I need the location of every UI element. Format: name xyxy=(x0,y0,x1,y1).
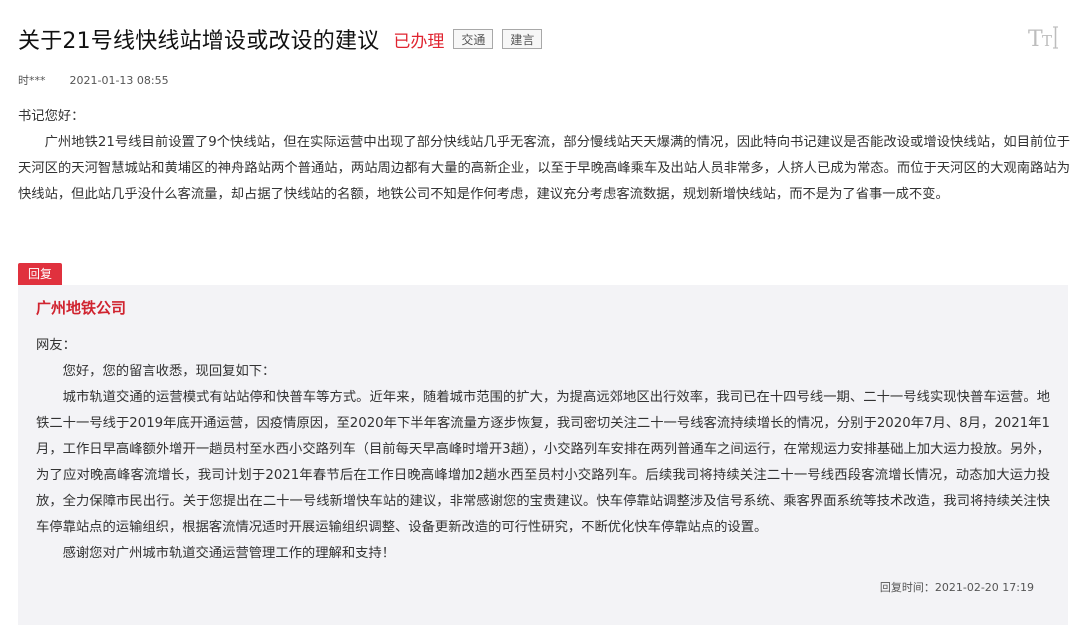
suggestion-detail-page: 关于21号线快线站增设或改设的建议 已办理 交通 建言 T T 时*** 2021… xyxy=(0,0,1080,640)
reply-closing: 感谢您对广州城市轨道交通运营管理工作的理解和支持！ xyxy=(62,546,396,561)
reply-organization: 广州地铁公司 xyxy=(36,299,127,317)
reply-body: 城市轨道交通的运营模式有站站停和快普车等方式。近年来，随着城市范围的扩大，为提高… xyxy=(36,390,1050,535)
message-greeting: 书记您好： xyxy=(18,109,85,124)
post-meta: 时*** 2021-01-13 08:55 xyxy=(18,72,169,88)
post-date: 2021-01-13 08:55 xyxy=(69,74,169,87)
svg-text:T: T xyxy=(1042,32,1052,50)
reply-time: 回复时间：2021-02-20 17:19 xyxy=(880,579,1034,595)
reply-section: 广州地铁公司 网友： 您好，您的留言收悉，现回复如下： 城市轨道交通的运营模式有… xyxy=(18,285,1068,625)
svg-text:T: T xyxy=(1028,27,1043,52)
reply-salutation: 网友： xyxy=(36,338,76,353)
header: 关于21号线快线站增设或改设的建议 已办理 交通 建言 T T xyxy=(18,22,1060,56)
reply-opening: 您好，您的留言收悉，现回复如下： xyxy=(62,364,276,379)
reply-label: 回复 xyxy=(18,263,63,285)
font-size-toggle-icon[interactable]: T T xyxy=(1028,23,1060,53)
reply-content: 网友： 您好，您的留言收悉，现回复如下： 城市轨道交通的运营模式有站站停和快普车… xyxy=(36,333,1050,567)
tag-suggestion[interactable]: 建言 xyxy=(502,29,543,49)
tag-transport[interactable]: 交通 xyxy=(453,29,494,49)
reply-time-label: 回复时间： xyxy=(879,581,935,594)
page-title: 关于21号线快线站增设或改设的建议 xyxy=(18,29,380,54)
author-name: 时*** xyxy=(18,74,46,87)
message-body: 广州地铁21号线目前设置了9个快线站，但在实际运营中出现了部分快线站几乎无客流，… xyxy=(18,135,1070,202)
reply-time-value: 2021-02-20 17:19 xyxy=(934,581,1034,594)
status-label: 已办理 xyxy=(393,31,445,52)
message-content: 书记您好： 广州地铁21号线目前设置了9个快线站，但在实际运营中出现了部分快线站… xyxy=(18,104,1070,208)
